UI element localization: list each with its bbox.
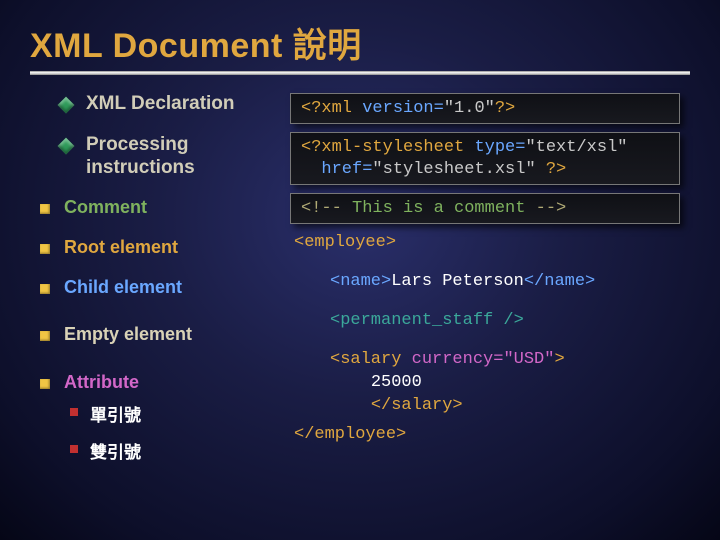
left-column: XML Declaration Processing instructions … [30,93,280,471]
label-attribute: Attribute [64,372,139,394]
code-processing-instruction: <?xml-stylesheet type="text/xsl" href="s… [290,132,680,185]
item-attribute: Attribute [40,372,280,394]
item-child-element: Child element [40,277,280,299]
item-single-quote: 單引號 [70,401,280,426]
diamond-icon [58,97,75,114]
item-empty-element: Empty element [40,324,280,346]
item-declaration: XML Declaration [60,93,280,116]
code-xml-declaration: <?xml version="1.0"?> [290,93,680,124]
slide: XML Document 說明 XML Declaration Processi… [0,0,720,540]
square-icon [40,379,50,389]
code-child-element: <name>Lars Peterson</name> [290,271,680,294]
label-root-element: Root element [64,237,178,259]
square-icon [40,204,50,214]
item-double-quote: 雙引號 [70,438,280,463]
code-comment: <!-- This is a comment --> [290,193,680,224]
sub-items: 單引號 雙引號 [70,401,280,463]
sub-bullet-icon [70,408,78,416]
code-root-open: <employee> [290,232,680,255]
item-root-element: Root element [40,237,280,259]
square-icon [40,244,50,254]
label-double-quote: 雙引號 [90,438,141,463]
item-comment: Comment [40,197,280,219]
code-salary: <salary currency="USD"> 25000 </salary> [290,349,680,418]
sub-bullet-icon [70,445,78,453]
label-child-element: Child element [64,277,182,299]
page-title: XML Document 說明 [30,18,690,67]
right-column: <?xml version="1.0"?> <?xml-stylesheet t… [290,93,680,471]
square-icon [40,331,50,341]
square-icon [40,284,50,294]
label-single-quote: 單引號 [90,401,141,426]
code-empty-element: <permanent_staff /> [290,310,680,333]
label-processing-instructions: Processing instructions [86,134,280,180]
item-processing-instructions: Processing instructions [60,134,280,180]
code-root-close: </employee> [290,424,680,447]
content-area: XML Declaration Processing instructions … [30,93,690,471]
label-comment: Comment [64,197,147,219]
title-underline [30,71,690,75]
label-declaration: XML Declaration [86,93,235,116]
label-empty-element: Empty element [64,324,192,346]
diamond-icon [58,137,75,154]
